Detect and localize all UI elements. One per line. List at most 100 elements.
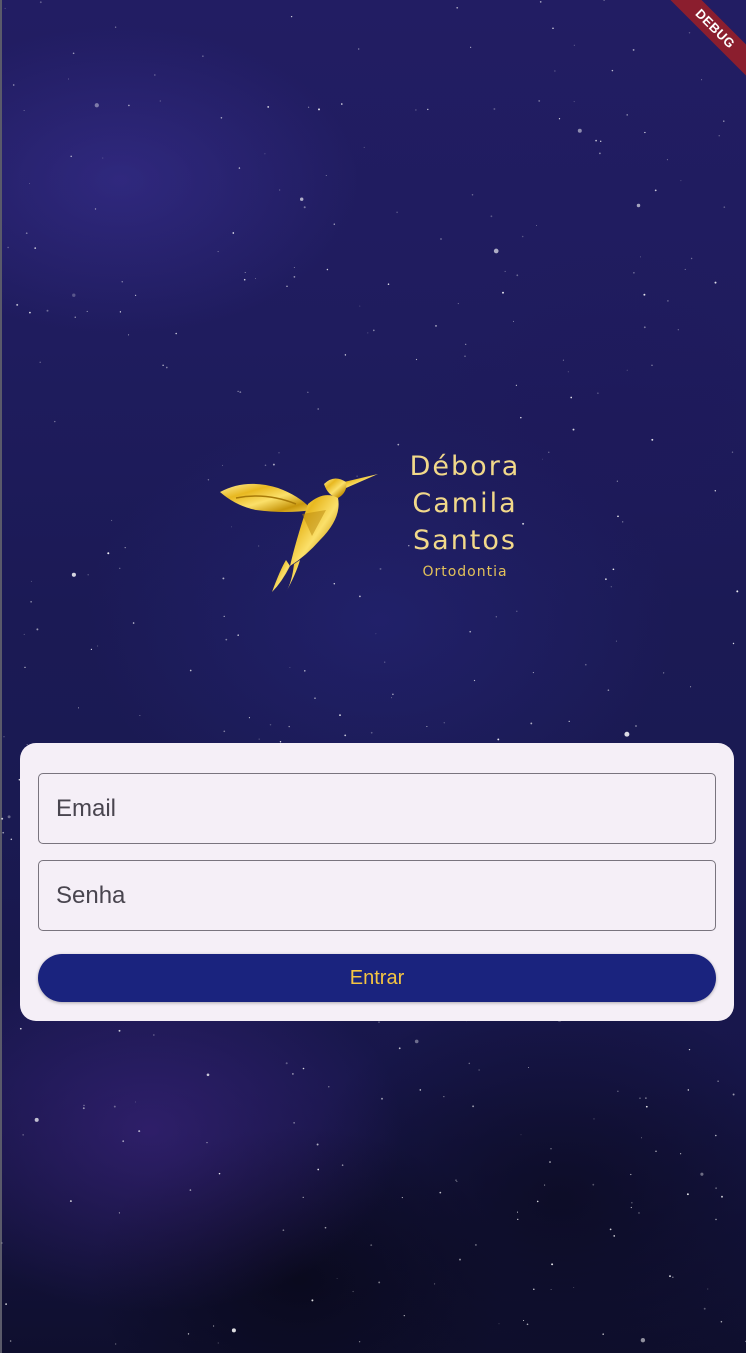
star [333,223,336,225]
star [455,1179,457,1181]
star [244,272,246,273]
star [435,325,437,327]
star [113,1105,116,1108]
star [83,1104,85,1107]
debug-banner: DEBUG [656,0,746,90]
star [202,55,204,57]
star [714,490,716,492]
brand-text: Débora Camila Santos Ortodontia [394,448,536,583]
star [732,1093,735,1096]
star [375,633,377,635]
star [528,1067,530,1068]
star [644,131,646,134]
star [248,717,250,719]
star [562,359,564,361]
star [415,109,417,111]
star [114,26,117,28]
star [544,1184,546,1186]
star [1,1242,3,1244]
brand-name-line1: Débora [409,451,521,482]
star [515,384,517,386]
star [118,1212,120,1214]
star [381,1097,383,1100]
star [542,458,543,460]
star [279,189,281,191]
star [457,303,459,305]
star [615,640,617,642]
star [264,153,266,155]
star [497,738,500,741]
star [684,268,686,270]
star [5,1303,7,1305]
star [118,1029,121,1032]
star [635,725,637,727]
star [30,580,32,582]
star [567,371,569,373]
star [415,358,418,361]
star [439,1191,442,1194]
star [316,1143,319,1146]
star [9,1340,12,1342]
star [238,167,241,169]
star [520,416,522,419]
star [189,669,192,672]
star [34,247,37,249]
star [23,633,25,635]
star [434,1283,436,1285]
star [617,1090,619,1092]
star [533,1288,535,1291]
star [22,1134,24,1136]
star [516,274,519,277]
star [10,838,13,841]
star [153,1034,155,1036]
star [336,1278,338,1279]
star [318,108,320,111]
star [655,1150,657,1152]
star [154,74,156,76]
star [187,1333,190,1335]
password-field[interactable] [38,860,716,931]
star [465,343,467,345]
star [512,320,515,322]
star [469,630,472,633]
star [643,293,646,296]
star [237,634,239,636]
star [443,1096,445,1098]
star [490,215,493,218]
star [324,1226,327,1229]
star [29,183,30,184]
star [358,48,360,50]
star [504,270,506,272]
star [464,355,466,357]
star [311,1299,314,1302]
star [258,738,260,740]
star [723,206,726,208]
star [520,1134,522,1136]
star [206,1073,210,1077]
star [317,408,320,410]
login-button[interactable]: Entrar [38,954,716,1002]
star [663,672,665,674]
star [554,70,556,72]
star [23,110,25,111]
star [367,332,369,334]
star [359,305,361,307]
star [115,1343,117,1345]
star [119,311,122,313]
email-field[interactable] [38,773,716,844]
star [667,300,669,302]
star [302,1067,305,1070]
star [289,667,291,668]
star [372,329,375,332]
star [317,1168,320,1171]
star [370,731,373,734]
star [643,326,646,329]
star [1,817,4,820]
star [285,1062,288,1065]
star [607,689,610,692]
star [641,1137,642,1139]
star [598,152,601,155]
star [493,248,499,254]
star [341,103,343,105]
star [220,117,223,119]
